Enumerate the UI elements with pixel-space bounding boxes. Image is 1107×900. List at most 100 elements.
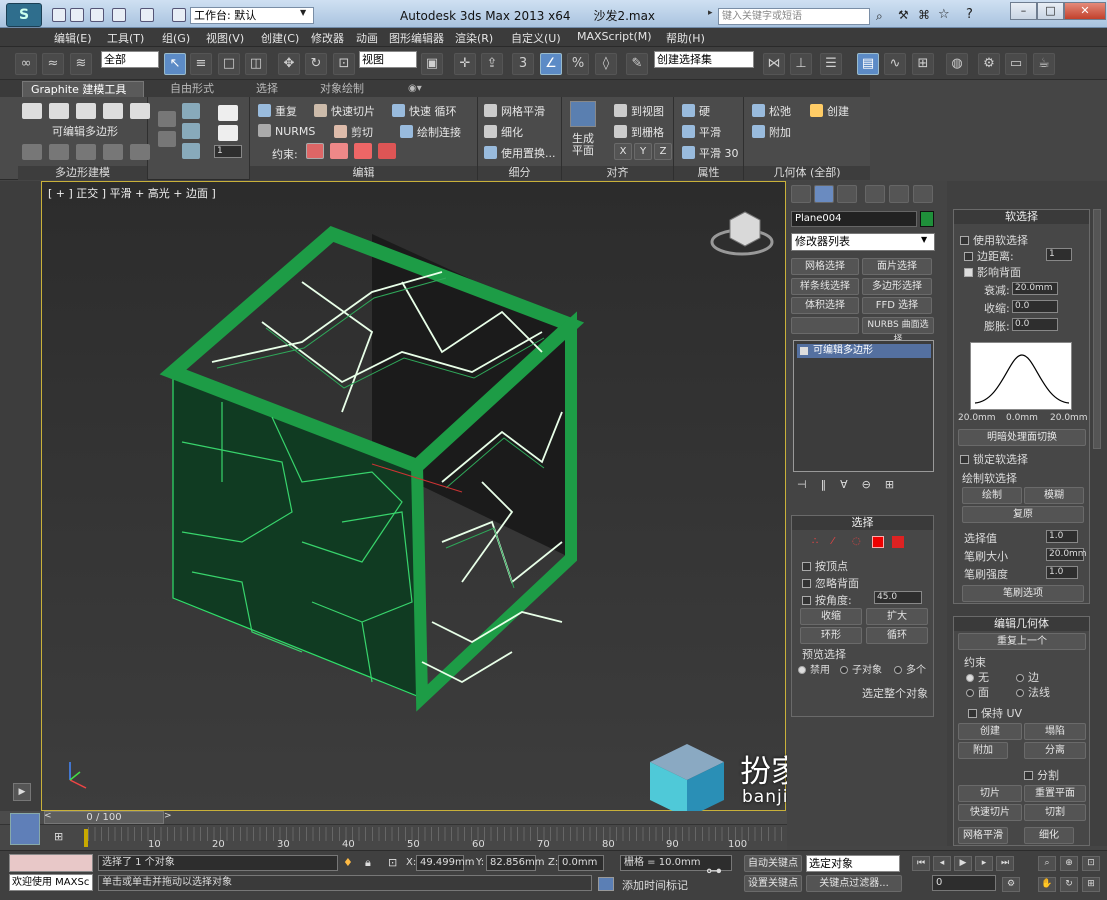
app-logo-icon[interactable]: S xyxy=(6,3,42,27)
pivot-center-icon[interactable]: ▣ xyxy=(421,53,443,75)
ignore-backfacing-check[interactable]: 忽略背面 xyxy=(802,575,859,591)
angle-snap-icon[interactable]: ∠ xyxy=(540,53,562,75)
soft-selection-title[interactable]: 软选择 xyxy=(954,210,1089,224)
track-bar[interactable]: ⊞ 10 20 30 40 50 60 70 80 90 100 xyxy=(0,813,787,850)
element-icon[interactable] xyxy=(130,103,150,119)
bubble-spinner[interactable]: 0.0 xyxy=(1012,318,1058,331)
zoom-extents-icon[interactable]: ⊡ xyxy=(1082,856,1100,871)
menu-customize[interactable]: 自定义(U) xyxy=(511,30,561,46)
absolute-mode-icon[interactable]: ⊡ xyxy=(388,856,400,870)
lock-soft-check[interactable]: 锁定软选择 xyxy=(960,451,1028,467)
constraint-none-radio[interactable]: 无 xyxy=(966,669,989,685)
by-angle-check[interactable]: 按角度: xyxy=(802,592,852,608)
mirror-icon[interactable]: ⋈ xyxy=(763,53,785,75)
constraint-edge-icon[interactable] xyxy=(330,143,348,159)
z-coord-field[interactable]: 0.0mm xyxy=(558,855,604,871)
expand-icon[interactable] xyxy=(800,347,808,355)
play-icon[interactable]: ▶ xyxy=(954,856,972,871)
minimize-button[interactable]: – xyxy=(1010,2,1037,20)
detach-button[interactable]: 分离 xyxy=(1024,742,1086,759)
object-color-swatch[interactable] xyxy=(920,211,934,227)
level-spinner[interactable]: 1 xyxy=(214,145,242,158)
affect-backfacing-check[interactable]: 影响背面 xyxy=(964,264,1021,280)
constraint-edge-radio[interactable]: 边 xyxy=(1016,669,1039,685)
mesh-select-button[interactable]: 网格选择 xyxy=(791,258,859,275)
menu-edit[interactable]: 编辑(E) xyxy=(54,30,92,46)
tab-object-paint[interactable]: 对象绘制 xyxy=(312,81,372,97)
checkbox[interactable] xyxy=(960,455,969,464)
edit-named-sel-icon[interactable]: ✎ xyxy=(626,53,648,75)
snap-toggle-icon[interactable]: 3 xyxy=(512,53,534,75)
isolate-icon[interactable]: ♦ xyxy=(343,856,355,870)
preserve-uv-check[interactable]: 保持 UV xyxy=(968,705,1022,721)
next-key-icon[interactable]: ▸ xyxy=(975,856,993,871)
soft-sel-icon[interactable] xyxy=(218,105,238,121)
stack-icon[interactable] xyxy=(182,103,200,119)
close-button[interactable]: ✕ xyxy=(1064,2,1106,20)
setkey-button[interactable]: 设置关键点 xyxy=(744,875,802,892)
preview-off-radio[interactable]: 禁用 xyxy=(798,661,830,676)
nurbs-select-button[interactable]: NURBS 曲面选择 xyxy=(862,317,934,345)
cut-geo-button[interactable]: 切割 xyxy=(1024,804,1086,821)
use-soft-check[interactable]: 使用软选择 xyxy=(960,232,1028,248)
object-name-field[interactable]: Plane004 xyxy=(791,211,917,227)
viewcube-icon[interactable] xyxy=(710,211,774,256)
set-key-icon[interactable]: ⊶ xyxy=(706,861,740,885)
checkbox[interactable] xyxy=(802,596,811,605)
save-file-icon[interactable] xyxy=(90,8,104,22)
meshsmooth-button[interactable]: 网格平滑 xyxy=(484,103,545,119)
ref-coord-dropdown[interactable]: 视图 xyxy=(359,51,417,68)
checkbox[interactable] xyxy=(802,562,811,571)
time-slider[interactable]: 0 / 100 < > xyxy=(0,811,787,824)
time-config-icon[interactable]: ⚙ xyxy=(1002,877,1020,892)
track-bar-icon[interactable]: ⊞ xyxy=(54,830,68,843)
brush-strength-spinner[interactable]: 1.0 xyxy=(1046,566,1078,579)
usedisplace-button[interactable]: 使用置换... xyxy=(484,145,556,161)
shrink-button[interactable]: 收缩 xyxy=(800,608,862,625)
key-mode-dropdown[interactable]: 选定对象 xyxy=(806,855,900,872)
attach-geo-button[interactable]: 附加 xyxy=(958,742,1008,759)
paintconnect-button[interactable]: 绘制连接 xyxy=(400,124,461,140)
prev-key-icon[interactable]: ◂ xyxy=(933,856,951,871)
toview-button[interactable]: 到视图 xyxy=(614,103,664,119)
menu-rendering[interactable]: 渲染(R) xyxy=(455,30,493,46)
viewport-perspective[interactable]: [ + ] 正交 ] 平滑 + 高光 + 边面 ] xyxy=(41,181,786,811)
constraint-normal-icon[interactable] xyxy=(378,143,396,159)
checkbox[interactable] xyxy=(1024,771,1033,780)
collapse-button[interactable]: 塌陷 xyxy=(1024,723,1086,740)
lock-icon[interactable]: 🔒︎ xyxy=(365,856,377,870)
brush-size-spinner[interactable]: 20.0mm xyxy=(1046,548,1087,561)
sel-vertex-icon[interactable]: ∴ xyxy=(812,536,824,548)
workspace-dropdown[interactable]: 工作台: 默认 xyxy=(190,7,314,24)
menu-graph-editors[interactable]: 图形编辑器 xyxy=(389,30,444,46)
move-icon[interactable]: ✥ xyxy=(278,53,300,75)
edge-distance-check[interactable]: 边距离: xyxy=(964,248,1014,264)
cut-button[interactable]: 剪切 xyxy=(334,124,373,140)
poly-select-button[interactable]: 多边形选择 xyxy=(862,278,932,295)
go-to-end-icon[interactable]: ⏭ xyxy=(996,856,1014,871)
next-frame-icon[interactable]: > xyxy=(164,811,176,824)
menu-animation[interactable]: 动画 xyxy=(356,30,378,46)
tab-selection[interactable]: 选择 xyxy=(248,81,286,97)
unlink-icon[interactable]: ≈ xyxy=(42,53,64,75)
material-editor-icon[interactable]: ◍ xyxy=(946,53,968,75)
rendered-frame-icon[interactable]: ▭ xyxy=(1005,53,1027,75)
radio[interactable] xyxy=(894,666,902,674)
menu-create[interactable]: 创建(C) xyxy=(261,30,299,46)
mini-curve-editor-icon[interactable] xyxy=(10,813,40,845)
radio[interactable] xyxy=(840,666,848,674)
sel-polygon-icon[interactable] xyxy=(872,536,884,548)
modifier-list-dropdown[interactable]: 修改器列表 xyxy=(791,233,935,251)
configure-sets-icon[interactable]: ⊞ xyxy=(885,478,894,492)
scale-icon[interactable]: ⊡ xyxy=(333,53,355,75)
create-button[interactable]: 创建 xyxy=(810,103,849,119)
project-folder-icon[interactable] xyxy=(172,8,186,22)
pinch-spinner[interactable]: 0.0 xyxy=(1012,300,1058,313)
togrid-button[interactable]: 到栅格 xyxy=(614,124,664,140)
add-time-tag-icon[interactable] xyxy=(598,877,614,891)
pin-stack-icon[interactable]: ⊣ xyxy=(797,478,807,492)
spinner-snap-icon[interactable]: ◊ xyxy=(595,53,617,75)
checkbox[interactable] xyxy=(968,709,977,718)
show-end-result-icon[interactable]: ‖ xyxy=(821,478,827,492)
undo-icon[interactable] xyxy=(112,8,126,22)
